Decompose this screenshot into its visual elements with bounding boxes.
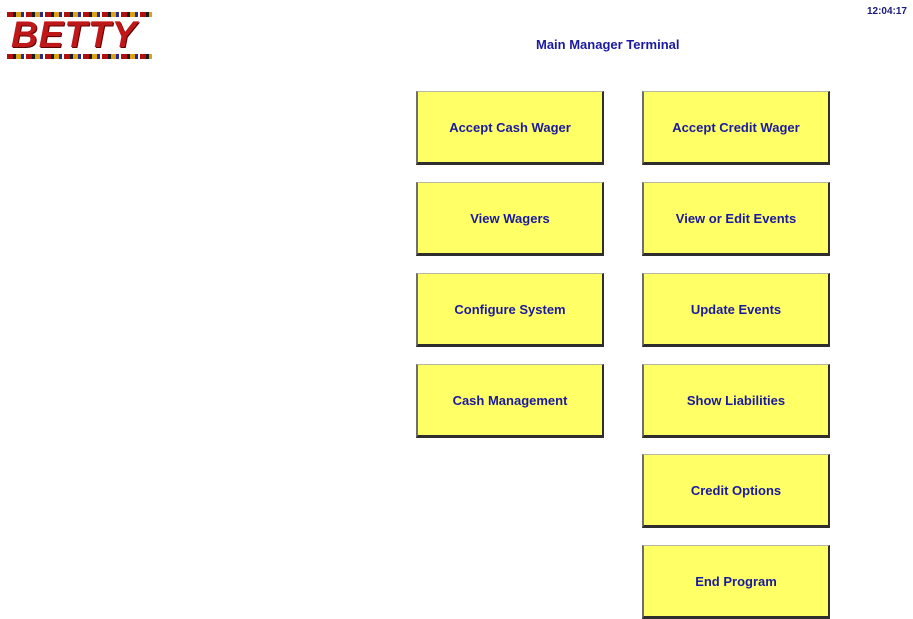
cash-management-button[interactable]: Cash Management bbox=[416, 364, 604, 438]
logo-stripe-bottom bbox=[7, 54, 152, 59]
end-program-button[interactable]: End Program bbox=[642, 545, 830, 619]
logo-text: BETTY bbox=[11, 14, 138, 55]
page-title: Main Manager Terminal bbox=[536, 37, 680, 52]
view-wagers-button[interactable]: View Wagers bbox=[416, 182, 604, 256]
view-or-edit-events-button[interactable]: View or Edit Events bbox=[642, 182, 830, 256]
show-liabilities-button[interactable]: Show Liabilities bbox=[642, 364, 830, 438]
clock: 12:04:17 bbox=[866, 6, 907, 17]
configure-system-button[interactable]: Configure System bbox=[416, 273, 604, 347]
betty-logo: BETTY bbox=[7, 10, 152, 62]
update-events-button[interactable]: Update Events bbox=[642, 273, 830, 347]
accept-cash-wager-button[interactable]: Accept Cash Wager bbox=[416, 91, 604, 165]
credit-options-button[interactable]: Credit Options bbox=[642, 454, 830, 528]
accept-credit-wager-button[interactable]: Accept Credit Wager bbox=[642, 91, 830, 165]
